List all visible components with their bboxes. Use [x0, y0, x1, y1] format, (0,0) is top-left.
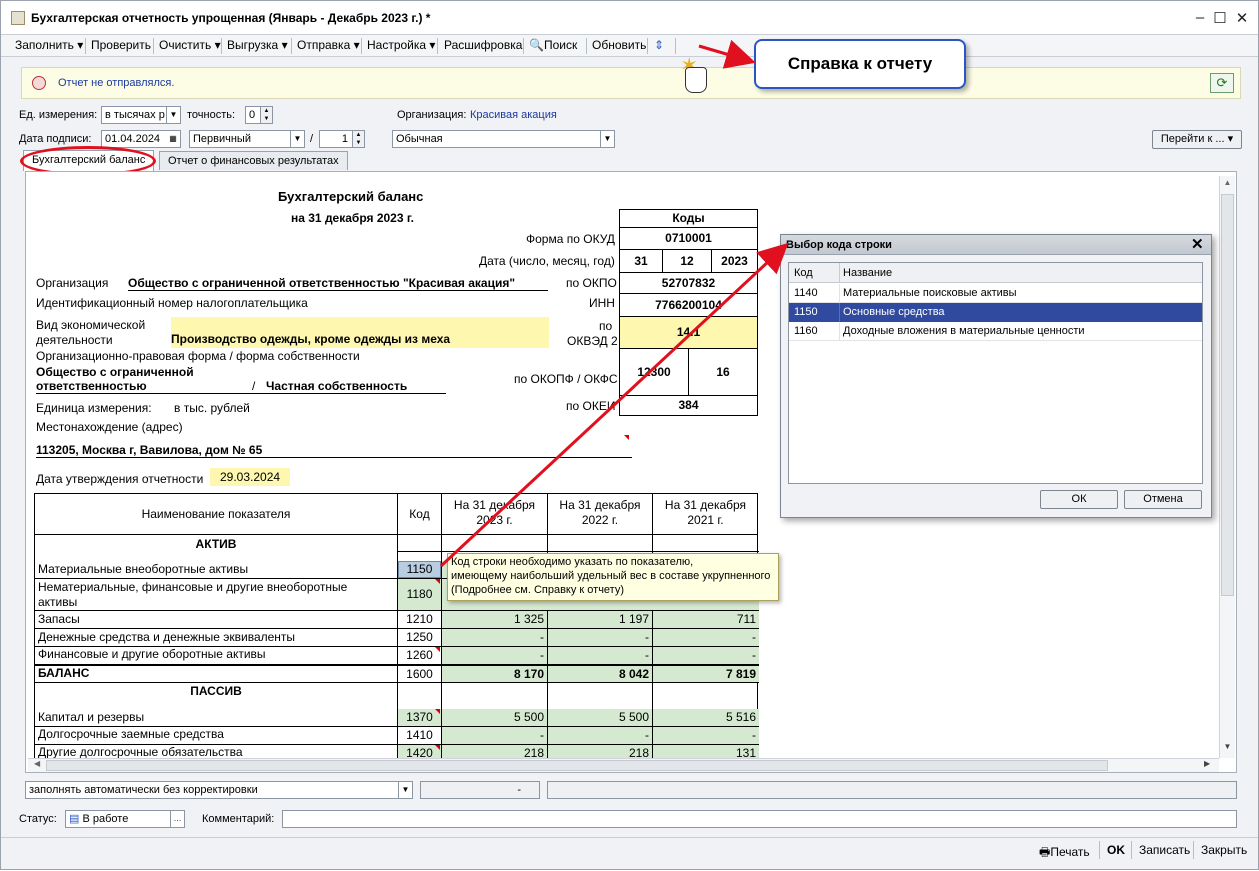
app-window: Бухгалтерская отчетность упрощенная (Янв…	[0, 0, 1259, 870]
annotation-arrows	[439, 39, 789, 568]
arrow-to-dialog	[439, 242, 789, 568]
arrow-to-callout	[698, 39, 756, 69]
